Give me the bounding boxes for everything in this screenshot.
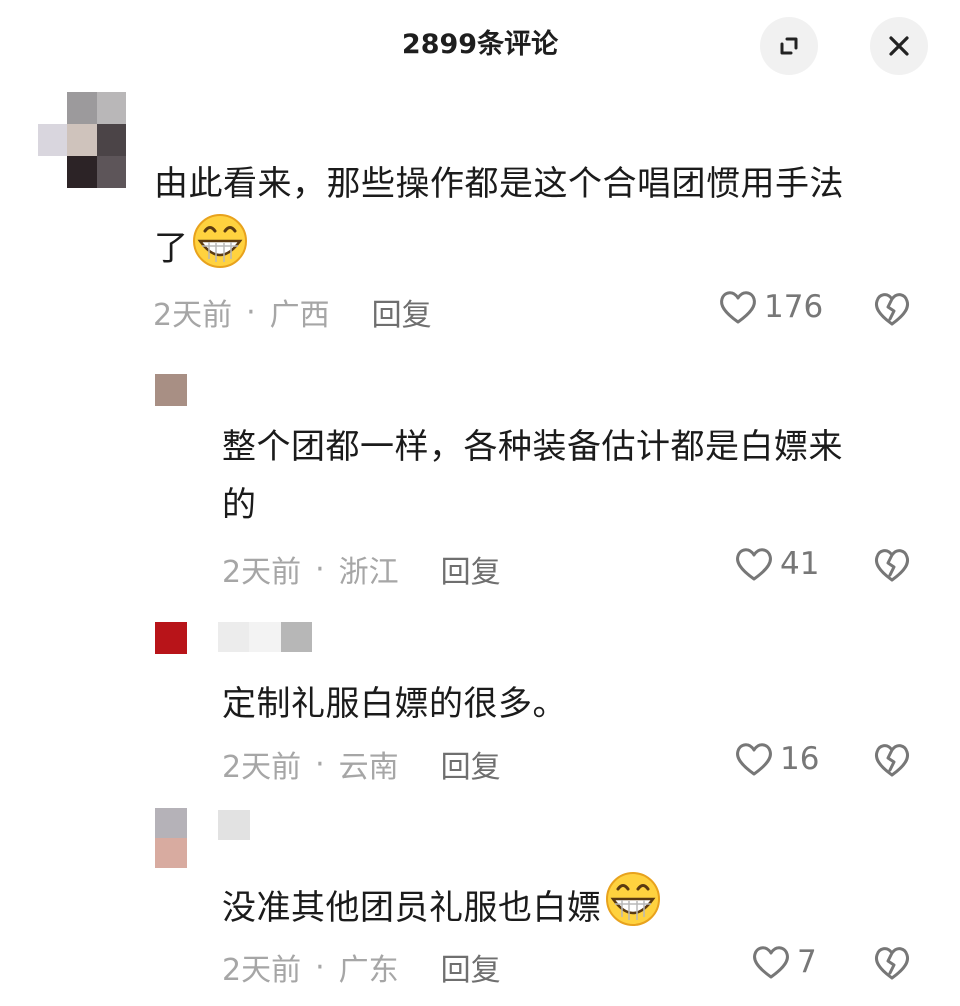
reply-button[interactable]: 回复 xyxy=(441,742,501,786)
heart-icon xyxy=(720,291,756,324)
heart-icon xyxy=(736,548,772,581)
grin-emoji-icon xyxy=(604,871,662,945)
comment-time: 2天前 xyxy=(222,953,302,988)
dislike-button[interactable] xyxy=(873,944,911,986)
broken-heart-icon xyxy=(874,947,910,980)
like-button[interactable]: 176 xyxy=(718,288,823,326)
like-button[interactable]: 16 xyxy=(734,740,819,778)
comment-text: 没准其他团员礼服也白嫖 xyxy=(222,871,922,945)
avatar[interactable] xyxy=(155,374,187,406)
comment-time: 2天前 xyxy=(222,750,302,785)
close-icon xyxy=(889,36,909,56)
comment-meta: 2天前 · 云南 回复 xyxy=(222,742,501,786)
comment-text: 整个团都一样，各种装备估计都是白嫖来 的 xyxy=(222,427,843,525)
avatar[interactable] xyxy=(155,622,187,654)
heart-icon xyxy=(753,946,789,979)
like-count: 41 xyxy=(780,546,820,582)
reply-button[interactable]: 回复 xyxy=(441,547,501,591)
username-blurred[interactable] xyxy=(218,622,312,652)
heart-icon xyxy=(736,743,772,776)
grin-emoji-icon xyxy=(191,213,249,287)
comment-text: 定制礼服白嫖的很多。 xyxy=(222,684,567,724)
close-button[interactable] xyxy=(870,17,928,75)
comment-meta: 2天前 · 广西 回复 xyxy=(153,290,432,334)
collapse-icon xyxy=(780,37,798,55)
reply-button[interactable]: 回复 xyxy=(372,290,432,334)
reply-button[interactable]: 回复 xyxy=(441,945,501,989)
collapse-button[interactable] xyxy=(760,17,818,75)
like-count: 7 xyxy=(797,944,817,980)
broken-heart-icon xyxy=(874,744,910,777)
like-count: 16 xyxy=(780,741,820,777)
comment-text: 由此看来，那些操作都是这个合唱团惯用手法 了 xyxy=(154,155,914,287)
dislike-button[interactable] xyxy=(873,741,911,783)
comment-time: 2天前 xyxy=(222,555,302,590)
username-blurred[interactable] xyxy=(218,810,250,840)
like-button[interactable]: 41 xyxy=(734,545,819,583)
comment-meta: 2天前 · 浙江 回复 xyxy=(222,547,501,591)
comment-location: 广东 xyxy=(338,953,399,988)
like-button[interactable]: 7 xyxy=(751,943,817,981)
dislike-button[interactable] xyxy=(873,546,911,588)
like-count: 176 xyxy=(764,289,824,325)
comment-location: 云南 xyxy=(338,750,399,785)
comment-time: 2天前 xyxy=(153,298,233,333)
broken-heart-icon xyxy=(874,549,910,582)
dislike-button[interactable] xyxy=(873,290,911,332)
avatar[interactable] xyxy=(155,808,187,868)
comment-meta: 2天前 · 广东 回复 xyxy=(222,945,501,989)
comment-location: 广西 xyxy=(269,298,330,333)
broken-heart-icon xyxy=(874,293,910,326)
comment-location: 浙江 xyxy=(338,555,399,590)
avatar[interactable] xyxy=(38,92,126,188)
